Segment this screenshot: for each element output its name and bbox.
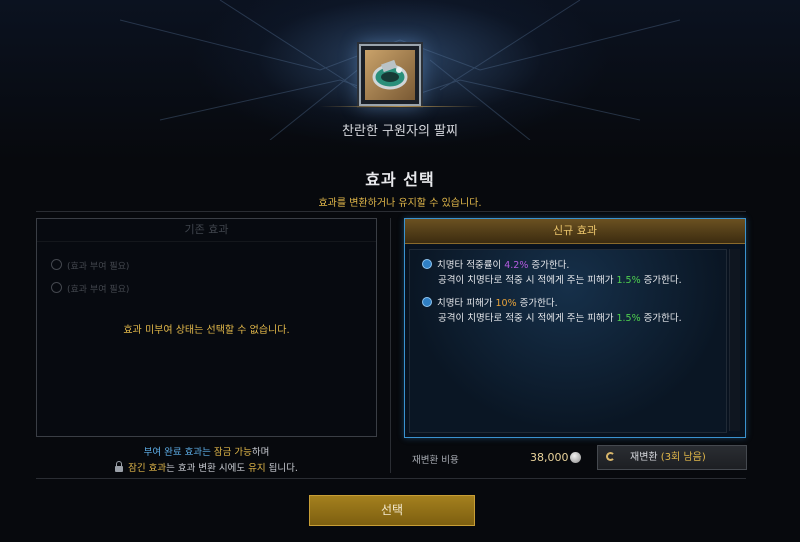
- existing-effect-slot: (효과 부여 필요): [51, 259, 129, 272]
- new-effects-panel[interactable]: 신규 효과 치명타 적중률이 4.2% 증가한다. 공격이 치명타로 적중 시 …: [404, 218, 746, 438]
- reroll-remaining: (3회 남음): [660, 452, 706, 463]
- existing-effects-panel: 기존 효과 (효과 부여 필요) (효과 부여 필요) 효과 미부여 상태는 선…: [36, 218, 377, 437]
- item-name: 찬란한 구원자의 팔찌: [342, 124, 458, 139]
- select-button[interactable]: 선택: [309, 495, 475, 526]
- existing-effects-title: 기존 효과: [37, 219, 376, 242]
- lock-info-line2: 잠긴 효과는 효과 변환 시에도 유지 됩니다.: [36, 460, 377, 474]
- silver-coin-icon: [570, 452, 581, 463]
- effect-gem-icon: [422, 259, 432, 269]
- effects-scrollbar[interactable]: [729, 249, 740, 431]
- bracelet-icon: [365, 50, 415, 100]
- existing-effect-slot-label: (효과 부여 필요): [67, 262, 130, 272]
- title-divider: [320, 106, 480, 107]
- existing-effect-slot-label: (효과 부여 필요): [67, 285, 130, 295]
- reroll-button-label: 재변환: [630, 452, 658, 463]
- vertical-divider: [390, 218, 391, 473]
- new-effects-list: 치명타 적중률이 4.2% 증가한다. 공격이 치명타로 적중 시 적에게 주는…: [409, 249, 727, 433]
- effect-gem-icon: [422, 297, 432, 307]
- effect-slot-icon: [51, 282, 62, 293]
- reroll-button[interactable]: 재변환 (3회 남음): [597, 445, 747, 470]
- page-subtitle: 효과를 변환하거나 유지할 수 있습니다.: [318, 198, 482, 209]
- reroll-cost-label: 재변환 비용: [412, 455, 459, 466]
- effect-slot-icon: [51, 259, 62, 270]
- page-title: 효과 선택: [365, 170, 435, 189]
- new-effects-title: 신규 효과: [405, 219, 745, 244]
- existing-effects-message: 효과 미부여 상태는 선택할 수 없습니다.: [123, 325, 290, 336]
- refresh-icon: [606, 452, 615, 461]
- lock-icon: [115, 461, 124, 472]
- existing-effect-slot: (효과 부여 필요): [51, 282, 129, 295]
- lock-info-line1: 부여 완료 효과는 잠금 가능하며: [143, 447, 270, 458]
- divider: [36, 478, 746, 479]
- reroll-cost-value: 38,000: [530, 451, 569, 464]
- new-effect-item: 치명타 적중률이 4.2% 증가한다. 공격이 치명타로 적중 시 적에게 주는…: [422, 258, 682, 288]
- item-slot: [359, 44, 421, 106]
- new-effect-item: 치명타 피해가 10% 증가한다. 공격이 치명타로 적중 시 적에게 주는 피…: [422, 296, 682, 326]
- divider: [36, 211, 746, 212]
